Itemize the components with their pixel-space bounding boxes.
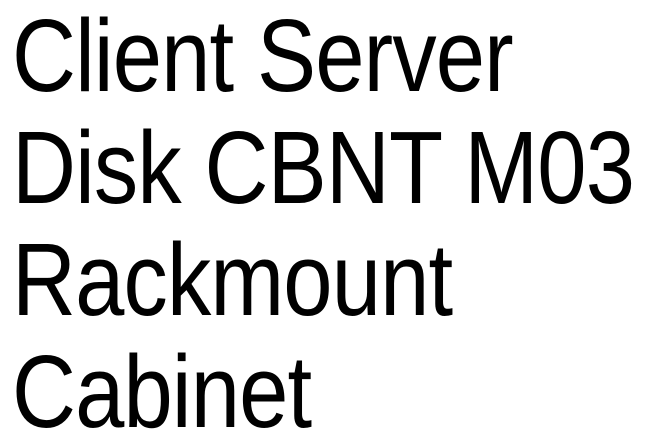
label-line-2: Disk CBNT M03 (12, 110, 635, 225)
label-line-4: Cabinet (12, 334, 312, 441)
label-line-3: Rackmount (12, 222, 453, 337)
label-line-1: Client Server (12, 0, 514, 113)
label-canvas: Client Server Disk CBNT M03 Rackmount Ca… (0, 0, 663, 441)
